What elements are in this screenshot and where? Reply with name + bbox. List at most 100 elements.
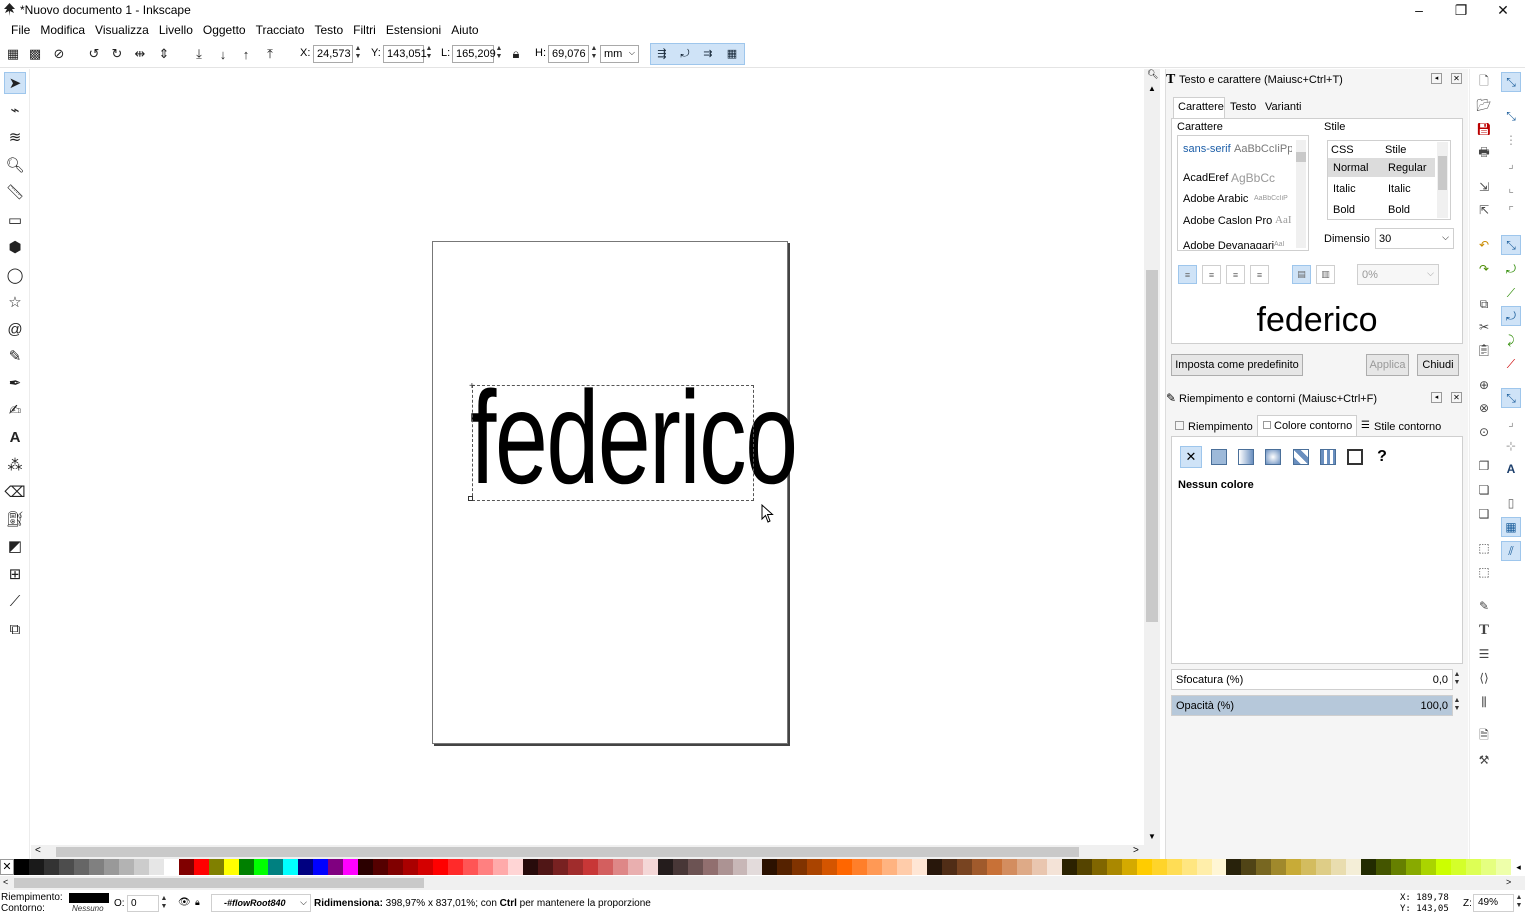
style-list-scroll-thumb[interactable] (1438, 156, 1447, 190)
snap-bbox-edge-icon[interactable]: ⋮ (1501, 130, 1521, 150)
close-window-button[interactable]: ✕ (1482, 0, 1524, 20)
color-swatch[interactable] (433, 859, 449, 875)
scroll-up-icon[interactable]: ▲ (1148, 84, 1156, 93)
linear-gradient-icon[interactable] (1235, 446, 1257, 468)
color-swatch[interactable] (463, 859, 479, 875)
box3d-tool-icon[interactable]: ⬢ (4, 236, 26, 258)
color-swatch[interactable] (507, 859, 523, 875)
color-swatch[interactable] (672, 859, 688, 875)
star-tool-icon[interactable]: ☆ (4, 291, 26, 313)
select-all-layers-icon[interactable]: ▩ (27, 46, 43, 62)
color-swatch[interactable] (58, 859, 74, 875)
color-swatch[interactable] (1346, 859, 1362, 875)
color-swatch[interactable] (1181, 859, 1197, 875)
ungroup-icon[interactable]: ⬚ (1476, 564, 1492, 580)
color-swatch[interactable] (478, 859, 493, 875)
layer-select[interactable]: -#flowRoot840 ⌵ (211, 894, 311, 912)
color-swatch[interactable] (1316, 859, 1332, 875)
color-swatch[interactable] (448, 859, 464, 875)
font-list-scroll-thumb[interactable] (1296, 152, 1306, 162)
snap-bbox-midpoint-icon[interactable]: ⌞ (1501, 178, 1521, 198)
color-swatch[interactable] (897, 859, 913, 875)
layers-icon[interactable]: ☰ (1476, 646, 1492, 662)
text-font-icon[interactable]: T (1476, 622, 1492, 638)
color-swatch[interactable] (103, 859, 119, 875)
color-swatch[interactable] (148, 859, 164, 875)
color-swatch[interactable] (1301, 859, 1317, 875)
zoom-spin-arrows[interactable]: ▲ ▼ (1514, 894, 1524, 912)
color-swatch[interactable] (1241, 859, 1257, 875)
status-stroke-value[interactable]: Nessuno (72, 904, 104, 913)
color-swatch[interactable] (373, 859, 389, 875)
color-swatch[interactable] (1031, 859, 1047, 875)
opacity-spin-arrows[interactable]: ▲ ▼ (1452, 697, 1462, 715)
horizontal-text-icon[interactable]: ▤ (1292, 265, 1311, 284)
color-swatch[interactable] (702, 859, 718, 875)
palette-menu-icon[interactable]: ◂ (1512, 859, 1525, 875)
selection-box[interactable] (472, 385, 754, 501)
deselect-icon[interactable]: ⊘ (51, 46, 67, 62)
menu-modifica[interactable]: Modifica (35, 23, 90, 37)
fill-stroke-icon[interactable]: ✎ (1476, 598, 1492, 614)
clone-icon[interactable]: ❏ (1476, 482, 1492, 498)
color-swatch[interactable] (88, 859, 104, 875)
align-distribute-icon[interactable]: ⫼ (1476, 694, 1492, 710)
node-tool-icon[interactable]: ⌁ (4, 99, 26, 121)
color-swatch[interactable] (942, 859, 958, 875)
color-swatch[interactable] (313, 859, 329, 875)
color-swatch[interactable] (1331, 859, 1347, 875)
color-swatch[interactable] (627, 859, 643, 875)
tab-carattere[interactable]: Carattere (1173, 97, 1225, 118)
snap-midpoint-icon[interactable]: ⟋ (1501, 354, 1521, 374)
copy-icon[interactable]: ⧉ (1476, 296, 1492, 312)
color-swatch[interactable] (1001, 859, 1017, 875)
color-swatch[interactable] (1151, 859, 1167, 875)
zoom-page-icon[interactable]: ⊙ (1476, 424, 1492, 440)
color-swatch[interactable] (1465, 859, 1481, 875)
menu-testo[interactable]: Testo (309, 23, 348, 37)
no-paint-icon[interactable]: ✕ (1180, 446, 1202, 468)
font-item-name[interactable]: Adobe Devanagari (1183, 240, 1274, 249)
pattern-icon[interactable] (1317, 446, 1339, 468)
calligraphy-tool-icon[interactable]: ✍ (4, 399, 26, 421)
raise-to-top-icon[interactable]: ⤒ (262, 46, 278, 62)
color-swatch[interactable] (717, 859, 733, 875)
radial-gradient-icon[interactable] (1262, 446, 1284, 468)
y-spin-arrows[interactable]: ▲ ▼ (424, 45, 434, 63)
rotate-cw-icon[interactable]: ↻ (109, 46, 125, 62)
pencil-tool-icon[interactable]: ✎ (4, 345, 26, 367)
lower-icon[interactable]: ↓ (215, 46, 231, 62)
align-left-icon[interactable]: ≡ (1178, 265, 1197, 284)
swatch-icon[interactable] (1344, 446, 1366, 468)
color-swatch[interactable] (163, 859, 179, 875)
color-swatch[interactable] (133, 859, 149, 875)
color-swatch[interactable] (178, 859, 194, 875)
scale-corners-icon[interactable]: ⤾ (677, 46, 693, 62)
color-swatch[interactable] (193, 859, 209, 875)
color-swatch[interactable] (867, 859, 883, 875)
tab-stile-contorno[interactable]: Stile contorno (1374, 421, 1441, 433)
color-swatch[interactable] (986, 859, 1002, 875)
color-swatch[interactable] (388, 859, 404, 875)
color-swatch[interactable] (238, 859, 254, 875)
panel-close-icon[interactable]: ✕ (1451, 73, 1462, 84)
color-swatch[interactable] (927, 859, 943, 875)
color-swatch[interactable] (43, 859, 59, 875)
menu-tracciato[interactable]: Tracciato (251, 23, 310, 37)
unset-paint-icon[interactable]: ? (1371, 446, 1393, 468)
scroll-down-icon[interactable]: ▼ (1148, 832, 1156, 841)
color-swatch[interactable] (747, 859, 763, 875)
snap-smooth-icon[interactable]: ⤸ (1501, 330, 1521, 350)
mesh-tool-icon[interactable]: ⊞ (4, 563, 26, 585)
color-swatch[interactable] (1361, 859, 1377, 875)
snap-intersection-icon[interactable]: ⟋ (1501, 283, 1521, 303)
color-swatch[interactable] (612, 859, 628, 875)
color-swatch[interactable] (1091, 859, 1107, 875)
menu-filtri[interactable]: Filtri (348, 23, 381, 37)
eraser-tool-icon[interactable]: ⌫ (4, 481, 26, 503)
palette-scroll-left-icon[interactable]: < (3, 877, 8, 887)
flip-vertical-icon[interactable]: ⇕ (156, 46, 172, 62)
color-swatch[interactable] (1406, 859, 1422, 875)
color-swatch[interactable] (762, 859, 778, 875)
save-icon[interactable]: 💾︎ (1476, 121, 1492, 137)
